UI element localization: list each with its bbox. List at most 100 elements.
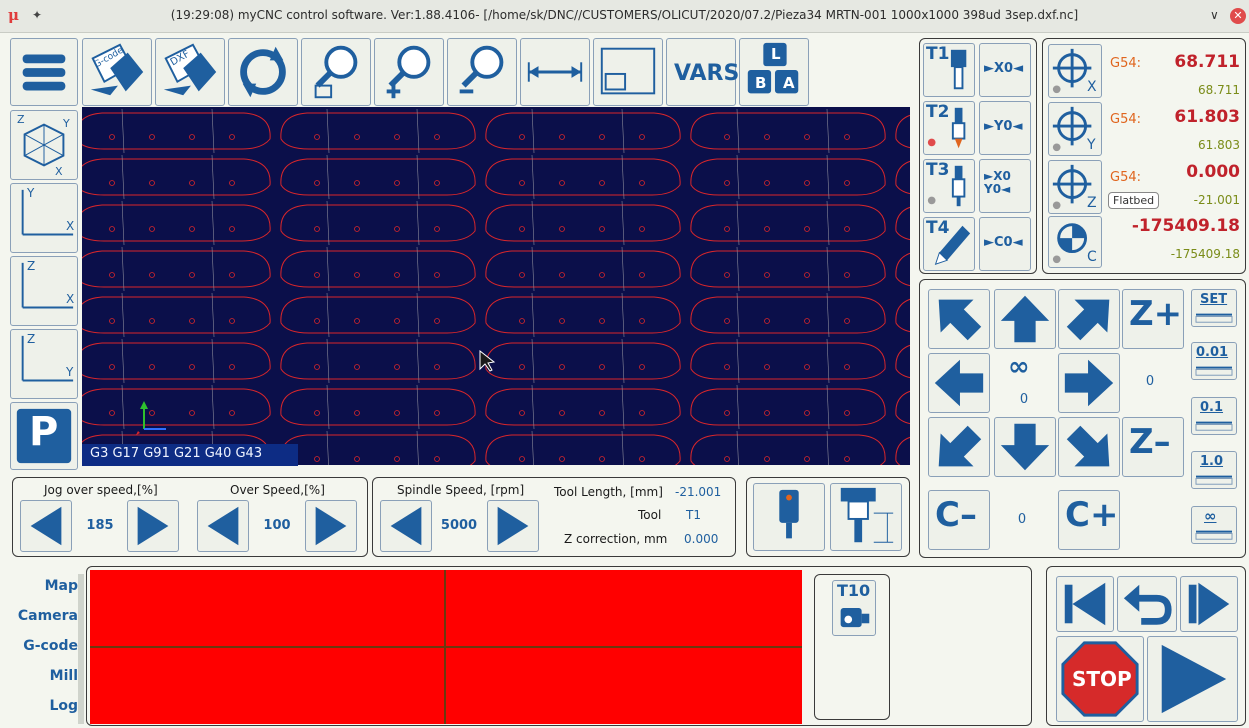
over-speed-increase-button[interactable]	[305, 500, 357, 552]
jog-left-button[interactable]	[928, 353, 990, 413]
axis-z-button[interactable]: Z	[1048, 160, 1102, 214]
toolpath-part	[82, 108, 271, 154]
zoom-out-button[interactable]	[447, 38, 517, 106]
view-zy-y: Y	[66, 365, 74, 379]
map-area[interactable]	[90, 570, 802, 724]
toolpath-part	[280, 200, 476, 246]
minimize-icon[interactable]: ∨	[1210, 8, 1219, 22]
tool-t2-button[interactable]: T2	[923, 101, 975, 155]
zero-xy-button[interactable]: ►X0 Y0◄	[979, 159, 1031, 213]
toolpath-part	[690, 384, 886, 430]
zero-y-label: ►Y0◄	[984, 119, 1023, 134]
step-0.01-button[interactable]: 0.01	[1191, 342, 1237, 380]
start-button[interactable]	[1147, 636, 1238, 722]
z-step-value: 0	[1145, 374, 1155, 389]
rewind-button[interactable]	[1056, 576, 1114, 632]
zero-x-button[interactable]: ►X0◄	[979, 43, 1031, 97]
toolpath-viewport[interactable]	[82, 107, 910, 465]
tab-log[interactable]: Log	[49, 698, 78, 714]
z-correction-value: 0.000	[684, 532, 719, 546]
view-zx-x: X	[66, 292, 75, 306]
toolpath-part	[895, 292, 910, 338]
step-0.1-button[interactable]: 0.1	[1191, 397, 1237, 435]
frame-button[interactable]	[593, 38, 663, 106]
toolpath-part	[82, 154, 271, 200]
zero-x-label: ►X0◄	[984, 61, 1024, 76]
tool-length-label: Tool Length, [mm]	[554, 485, 663, 499]
jog-speed-increase-button[interactable]	[127, 500, 179, 552]
toolpath-part	[280, 154, 476, 200]
over-speed-label: Over Speed,[%]	[230, 483, 325, 497]
toolpath-part	[485, 108, 681, 154]
jog-z-plus-button[interactable]: Z+	[1122, 289, 1184, 349]
jog-up-left-button[interactable]	[928, 289, 990, 349]
measure-button[interactable]	[520, 38, 590, 106]
jog-c-minus-button[interactable]: C–	[928, 490, 990, 550]
zero-c-button[interactable]: ►C0◄	[979, 217, 1031, 271]
axis-c-button[interactable]: C	[1048, 216, 1102, 268]
tool-t1-button[interactable]: T1	[923, 43, 975, 97]
spindle-decrease-button[interactable]	[380, 500, 432, 552]
view-3d-button[interactable]: Z Y X	[10, 110, 78, 180]
jog-over-speed-label: Jog over speed,[%]	[44, 483, 158, 497]
toolpath-part	[690, 108, 886, 154]
camera-tool-button[interactable]: T10	[832, 580, 876, 636]
jog-up-right-button[interactable]	[1058, 289, 1120, 349]
tool-length-value: -21.001	[675, 485, 722, 499]
spindle-increase-button[interactable]	[487, 500, 539, 552]
zoom-in-button[interactable]	[374, 38, 444, 106]
z-minus-label: Z–	[1129, 422, 1171, 462]
toolpath-part	[280, 430, 476, 465]
jog-down-right-button[interactable]	[1058, 417, 1120, 477]
keyboard-button[interactable]: L B A	[739, 38, 809, 106]
view-zy-button[interactable]: Z Y	[10, 329, 78, 399]
toolpath-part	[690, 154, 886, 200]
spindle-speed-label: Spindle Speed, [rpm]	[397, 483, 525, 497]
step-infinity-button[interactable]: ∞	[1191, 506, 1237, 544]
jog-speed-decrease-button[interactable]	[20, 500, 72, 552]
axis-y-button[interactable]: Y	[1048, 102, 1102, 156]
tool-probe-button[interactable]	[753, 483, 825, 551]
toolpath-part	[280, 246, 476, 292]
toolpath-part	[895, 154, 910, 200]
zero-y-button[interactable]: ►Y0◄	[979, 101, 1031, 155]
step-forward-button[interactable]	[1180, 576, 1238, 632]
axis-x-button[interactable]: X	[1048, 44, 1102, 98]
tool-length-measure-button[interactable]	[830, 483, 902, 551]
close-icon[interactable]: ✕	[1230, 8, 1246, 24]
open-gcode-button[interactable]: G-code	[82, 38, 152, 106]
toolpath-part	[82, 200, 271, 246]
tab-camera[interactable]: Camera	[18, 608, 78, 624]
tool-t3-button[interactable]: T3	[923, 159, 975, 213]
step-set-button[interactable]: SET	[1191, 289, 1237, 327]
c-plus-label: C+	[1065, 495, 1119, 535]
spindle-speed-value: 5000	[440, 518, 478, 533]
view-xy-button[interactable]: Y X	[10, 183, 78, 253]
wcs-z: G54:	[1110, 170, 1141, 185]
jog-z-minus-button[interactable]: Z–	[1122, 417, 1184, 477]
axis-y-label: Y	[1087, 137, 1096, 153]
jog-down-left-button[interactable]	[928, 417, 990, 477]
view-zx-button[interactable]: Z X	[10, 256, 78, 326]
tab-map[interactable]: Map	[45, 578, 78, 594]
undo-button[interactable]	[1117, 576, 1177, 632]
step-1.0-button[interactable]: 1.0	[1191, 451, 1237, 489]
stop-button[interactable]: STOP	[1056, 636, 1144, 722]
toolpath-part	[485, 154, 681, 200]
reload-button[interactable]	[228, 38, 298, 106]
jog-down-button[interactable]	[994, 417, 1056, 477]
view-xy-x: X	[66, 219, 75, 233]
jog-up-button[interactable]	[994, 289, 1056, 349]
menu-button[interactable]	[10, 38, 78, 106]
toolpath-part	[690, 430, 886, 465]
over-speed-decrease-button[interactable]	[197, 500, 249, 552]
tool-t4-button[interactable]: T4	[923, 217, 975, 271]
park-button[interactable]: P	[10, 402, 78, 470]
jog-c-plus-button[interactable]: C+	[1058, 490, 1120, 550]
open-dxf-button[interactable]: DXF	[155, 38, 225, 106]
tab-gcode[interactable]: G-code	[23, 638, 78, 654]
vars-button[interactable]: VARS	[666, 38, 739, 106]
jog-right-button[interactable]	[1058, 353, 1120, 413]
zoom-fit-button[interactable]	[301, 38, 371, 106]
tab-mill[interactable]: Mill	[50, 668, 78, 684]
